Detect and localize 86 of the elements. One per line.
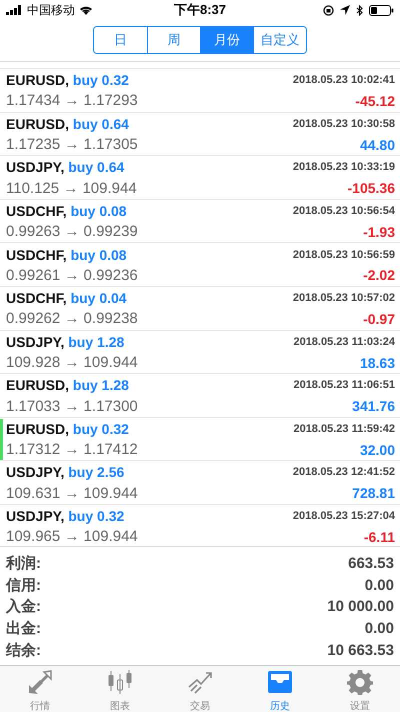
- trade-time: 2018.05.23 11:59:42: [293, 422, 395, 435]
- trade-profit: -2.02: [362, 267, 395, 284]
- inbox-icon: [267, 669, 293, 695]
- location-icon: [340, 5, 350, 15]
- candlestick-icon: [107, 669, 133, 695]
- trade-profit: 44.80: [358, 136, 395, 153]
- trade-prices: 0.99261 → 0.99236: [6, 266, 139, 284]
- period-tab[interactable]: 自定义: [253, 27, 306, 53]
- trade-time: 2018.05.23 10:30:58: [292, 118, 395, 130]
- trade-prices: 0.99263 → 0.99239: [6, 223, 139, 240]
- summary-label: 利润:: [6, 554, 41, 574]
- trade-volume: buy 1.28: [72, 377, 129, 394]
- bluetooth-icon: [356, 4, 363, 16]
- summary-label: 信用:: [6, 576, 41, 595]
- trade-time: 2018.05.23 10:02:41: [292, 74, 395, 86]
- trade-volume: buy 0.32: [72, 420, 129, 437]
- trade-prices: 1.17235 → 1.17305: [6, 136, 139, 154]
- summary-label: 结余:: [6, 640, 41, 660]
- trade-row[interactable]: EURUSD, buy 0.32 2018.05.23 10:02:41 1.17434 → 1.17293 -45.12: [0, 68, 400, 112]
- trade-profit: -1.93: [362, 224, 395, 240]
- trade-profit: 341.76: [351, 398, 395, 414]
- trade-profit: -0.97: [362, 310, 395, 327]
- trade-profit: -6.11: [362, 528, 395, 545]
- tab-bar-item[interactable]: 历史: [240, 666, 320, 712]
- trade-row[interactable]: USDJPY, buy 0.64 2018.05.23 10:33:19 110.125 → 109.944 -105.36: [0, 155, 400, 199]
- wifi-icon: [79, 5, 93, 15]
- trade-row[interactable]: USDJPY, buy 0.32 2018.05.23 15:27:04 109.965 → 109.944 -6.11: [0, 504, 400, 548]
- summary-value: 0.00: [364, 576, 394, 594]
- trade-symbol: EURUSD,: [6, 116, 70, 132]
- period-tab[interactable]: 月份: [200, 27, 253, 53]
- trade-symbol: USDCHF,: [6, 202, 67, 219]
- trade-volume: buy 2.56: [68, 464, 124, 480]
- signal-icon: [6, 5, 23, 15]
- arrows-icon: [27, 669, 53, 695]
- trade-time: 2018.05.23 10:56:59: [292, 248, 395, 261]
- trade-profit: 32.00: [358, 442, 395, 458]
- trade-symbol: USDJPY,: [6, 159, 64, 176]
- clock-time: 下午8:37: [174, 1, 226, 19]
- trade-volume: buy 1.28: [68, 334, 124, 350]
- trade-profit: -45.12: [354, 92, 395, 109]
- trade-row[interactable]: USDCHF, buy 0.04 2018.05.23 10:57:02 0.99262 → 0.99238 -0.97: [0, 286, 400, 330]
- trade-volume: buy 0.32: [72, 72, 129, 88]
- summary-value: 663.53: [348, 555, 394, 572]
- trade-symbol: USDJPY,: [6, 334, 64, 350]
- trade-row[interactable]: USDCHF, buy 0.08 2018.05.23 10:56:59 0.99261 → 0.99236 -2.02: [0, 242, 400, 286]
- trade-prices: 109.965 → 109.944: [6, 528, 139, 546]
- trade-volume: buy 0.08: [70, 202, 127, 219]
- settings-icon: [347, 669, 373, 695]
- trade-symbol: USDJPY,: [6, 464, 64, 480]
- battery-icon: [369, 4, 394, 16]
- trade-profit: -105.36: [346, 180, 395, 196]
- trade-volume: buy 0.64: [68, 159, 124, 176]
- trade-symbol: EURUSD,: [6, 377, 70, 394]
- summary-value: 10 000.00: [327, 598, 394, 616]
- trade-profit: 728.81: [351, 485, 395, 502]
- trade-prices: 1.17434 → 1.17293: [6, 92, 139, 110]
- trade-time: 2018.05.23 15:27:04: [292, 510, 395, 522]
- trade-symbol: EURUSD,: [6, 72, 70, 88]
- summary-value: 10 663.53: [327, 642, 394, 659]
- summary-value: 0.00: [364, 620, 394, 638]
- trade-time: 2018.05.23 10:56:54: [292, 204, 395, 217]
- trade-symbol: USDJPY,: [6, 508, 64, 524]
- summary-label: 入金:: [6, 597, 41, 616]
- trade-prices: 110.125 → 109.944: [6, 180, 138, 197]
- trade-time: 2018.05.23 12:41:52: [292, 466, 395, 478]
- trend-chart-icon: [187, 669, 213, 695]
- trade-time: 2018.05.23 11:03:24: [293, 336, 395, 348]
- trade-symbol: EURUSD,: [6, 420, 70, 437]
- trade-prices: 109.631 → 109.944: [6, 484, 139, 502]
- trade-volume: buy 0.64: [72, 116, 129, 132]
- trade-row[interactable]: USDCHF, buy 0.08 2018.05.23 10:56:54 0.99263 → 0.99239 -1.93: [0, 198, 400, 242]
- trade-volume: buy 0.04: [70, 290, 127, 306]
- trade-volume: buy 0.32: [68, 508, 124, 524]
- trade-symbol: USDCHF,: [6, 246, 67, 263]
- trade-time: 2018.05.23 11:06:51: [293, 379, 395, 392]
- trade-time: 2018.05.23 10:57:02: [292, 292, 395, 304]
- trade-prices: 1.17033 → 1.17300: [6, 398, 139, 415]
- trade-profit: 18.63: [358, 354, 395, 370]
- trade-prices: 109.928 → 109.944: [6, 354, 139, 371]
- trade-prices: 0.99262 → 0.99238: [6, 310, 139, 328]
- trade-volume: buy 0.08: [70, 246, 127, 263]
- carrier-name: 中国移动: [27, 2, 75, 18]
- trade-symbol: USDCHF,: [6, 290, 67, 306]
- trade-time: 2018.05.23 10:33:19: [292, 161, 395, 174]
- summary-label: 出金:: [6, 619, 41, 638]
- trade-prices: 1.17312 → 1.17412: [6, 441, 139, 458]
